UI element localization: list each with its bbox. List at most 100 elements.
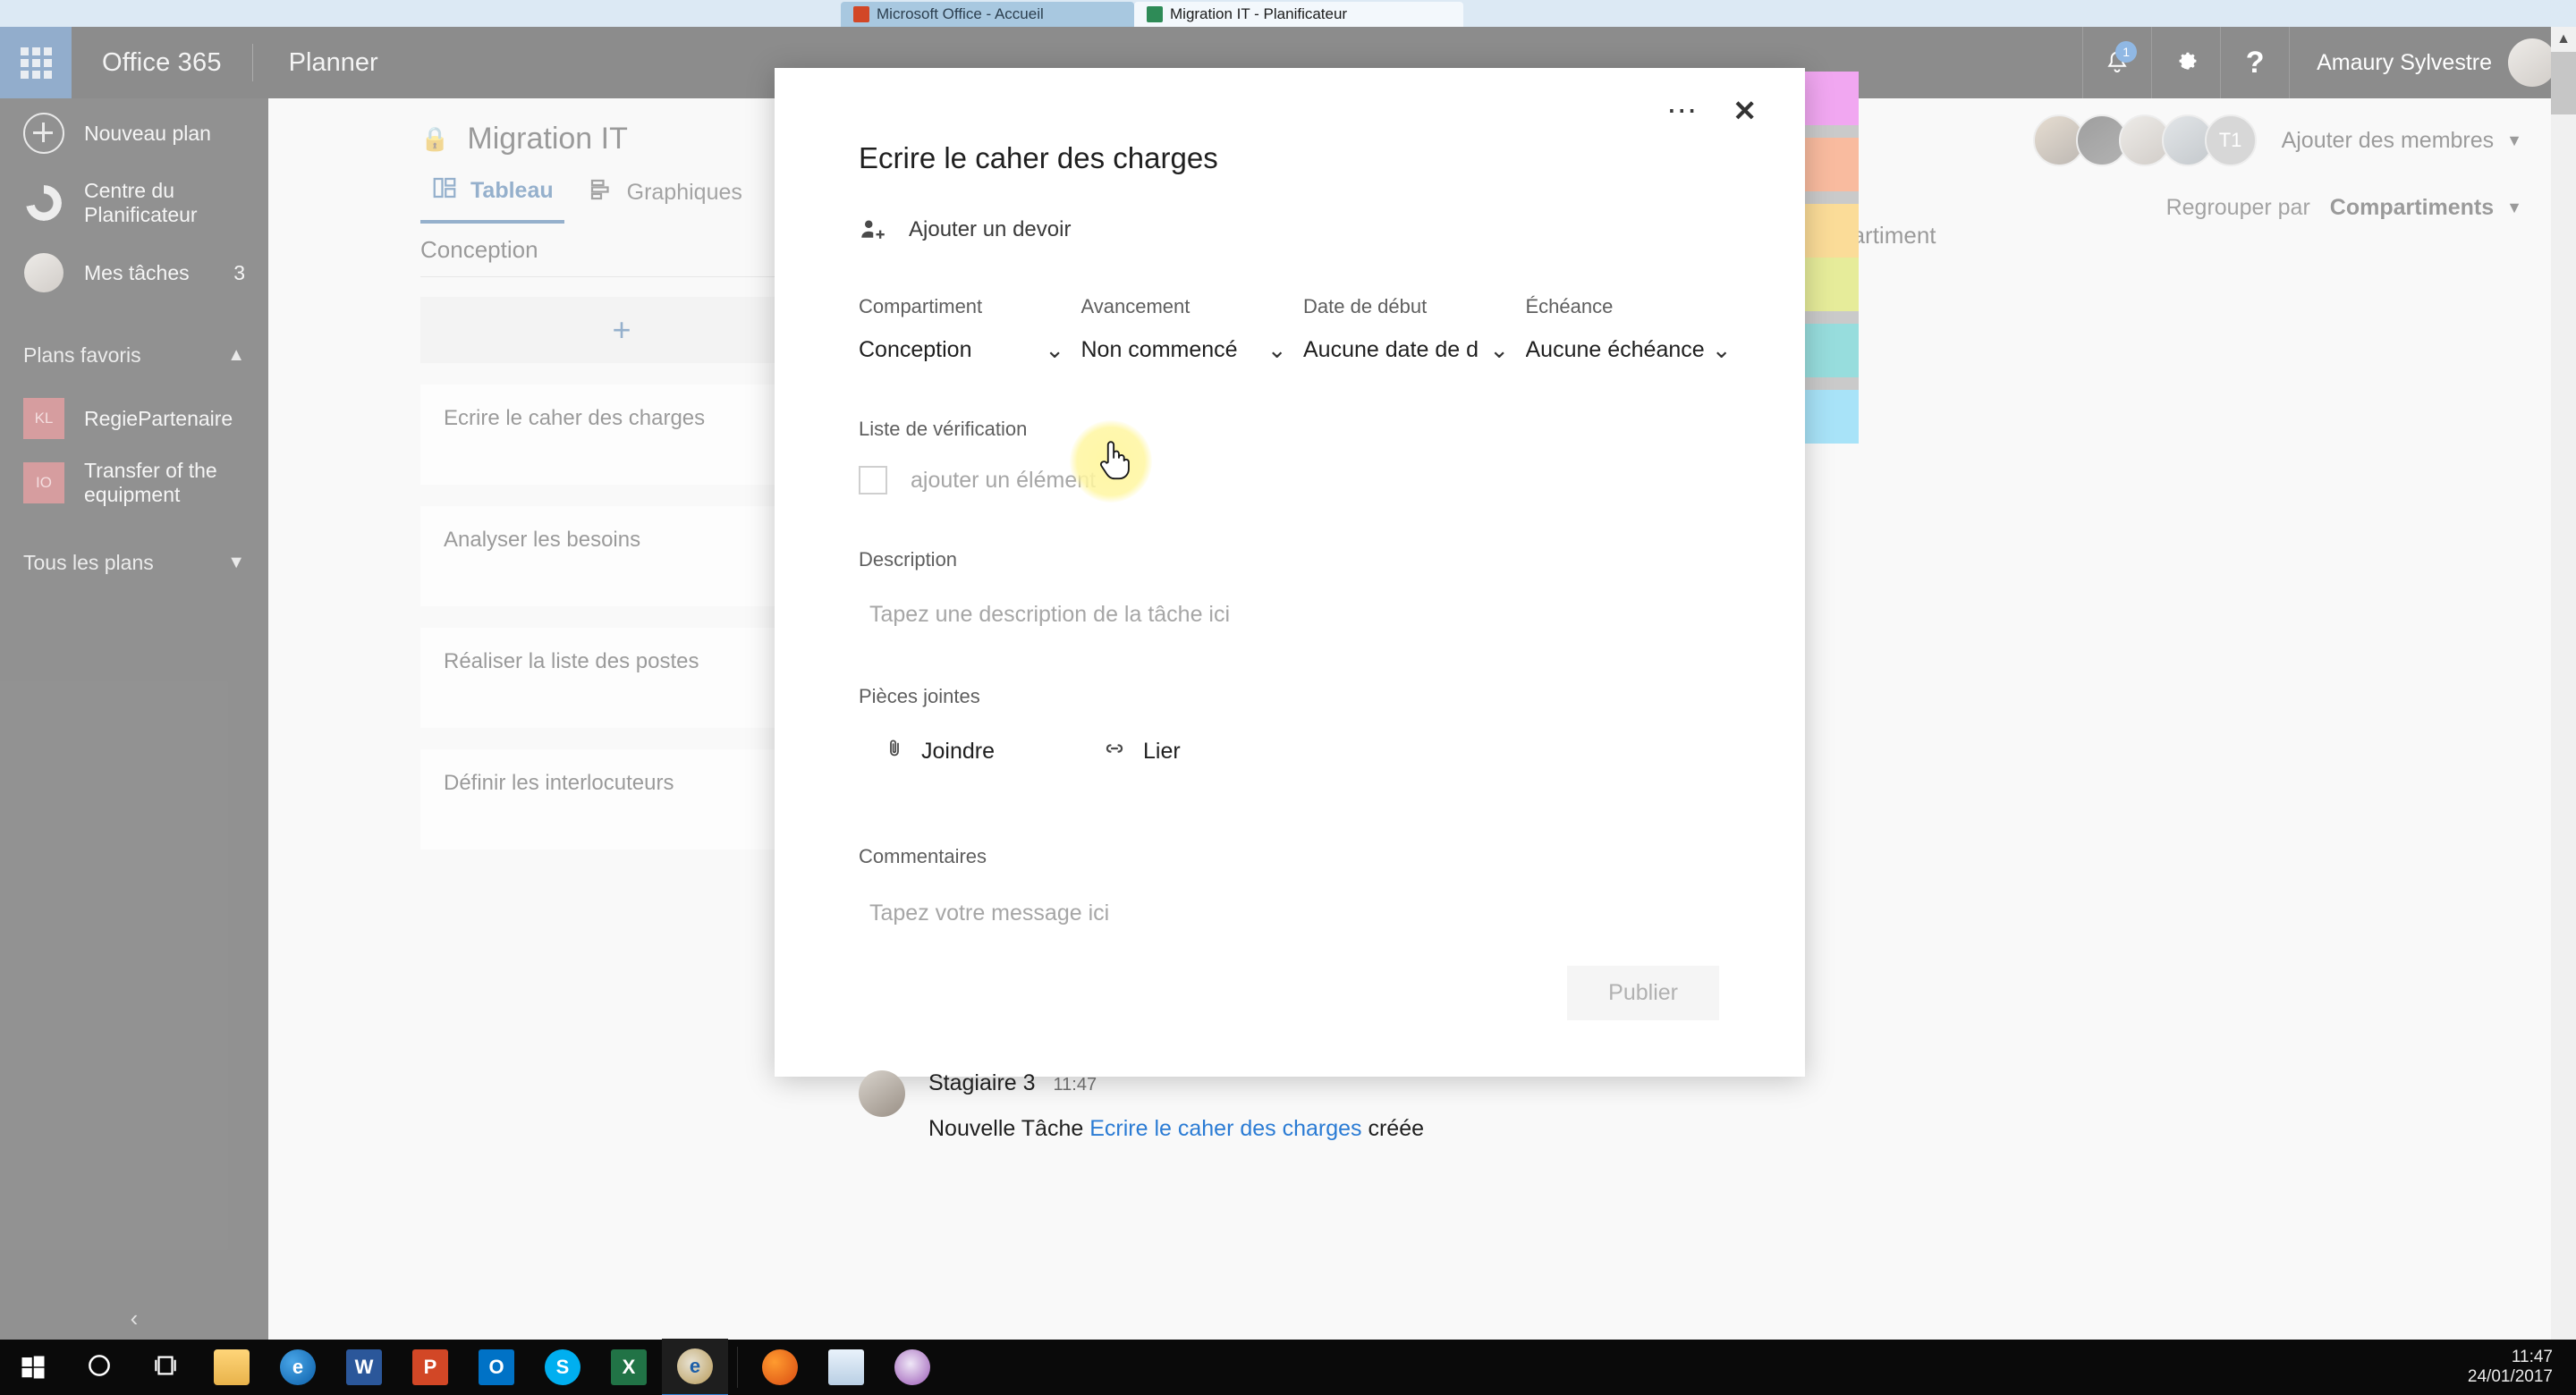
firefox-icon <box>762 1349 798 1385</box>
checkbox-icon[interactable] <box>859 466 887 495</box>
circle-icon <box>86 1352 113 1383</box>
chevron-down-icon: ⌄ <box>1711 336 1732 363</box>
activity-content: Stagiaire 3 11:47 Nouvelle Tâche Ecrire … <box>928 1070 1424 1142</box>
field-label: Compartiment <box>859 295 983 317</box>
description-input[interactable]: Tapez une description de la tâche ici <box>859 602 1748 628</box>
close-icon[interactable]: ✕ <box>1733 94 1757 128</box>
field-label: Avancement <box>1080 295 1191 317</box>
scroll-up-button[interactable]: ▲ <box>2551 27 2576 52</box>
note-icon <box>828 1349 864 1385</box>
chevron-down-icon: ⌄ <box>1489 336 1509 363</box>
chevron-down-icon: ⌄ <box>1267 336 1287 363</box>
avancement-select[interactable]: Non commencé ⌄ <box>1081 336 1287 364</box>
microsoft-outlook[interactable]: O <box>463 1340 530 1395</box>
powerpoint-icon: P <box>412 1349 448 1385</box>
checklist-add-row: ajouter un élément <box>859 466 1748 495</box>
task-fields-row: Compartiment Conception ⌄ Avancement Non… <box>859 295 1748 364</box>
start-date-select[interactable]: Aucune date de d ⌄ <box>1303 336 1509 364</box>
cortana-button[interactable] <box>66 1340 132 1395</box>
dialog-body: Ecrire le caher des charges Ajouter un d… <box>775 141 1805 1142</box>
field-label: Date de début <box>1303 295 1428 317</box>
add-link-button[interactable]: Lier <box>1102 738 1181 765</box>
field-value: Aucune échéance <box>1525 337 1705 362</box>
start-button[interactable] <box>0 1340 66 1395</box>
dialog-title: Ecrire le caher des charges <box>859 141 1218 174</box>
avatar <box>859 1070 905 1117</box>
microsoft-word[interactable]: W <box>331 1340 397 1395</box>
field-compartiment: Compartiment Conception ⌄ <box>859 295 1081 364</box>
activity-entry: Stagiaire 3 11:47 Nouvelle Tâche Ecrire … <box>859 1070 1748 1142</box>
activity-task-link[interactable]: Ecrire le caher des charges <box>1089 1116 1361 1141</box>
internet-explorer[interactable]: e <box>662 1338 728 1395</box>
paint-icon <box>894 1349 930 1385</box>
field-date-debut: Date de début Aucune date de d ⌄ <box>1303 295 1526 364</box>
publish-button[interactable]: Publier <box>1567 966 1719 1020</box>
attach-label: Joindre <box>921 739 995 764</box>
microsoft-excel[interactable]: X <box>596 1340 662 1395</box>
taskbar-clock[interactable]: 11:47 24/01/2017 <box>2468 1348 2576 1387</box>
description-label: Description <box>859 548 958 571</box>
field-label: Échéance <box>1525 295 1614 317</box>
sticky-notes[interactable] <box>813 1340 879 1395</box>
browser-tab-office[interactable]: Microsoft Office - Accueil <box>841 2 1134 27</box>
publish-row: Publier <box>859 966 1748 1020</box>
browser-tab-planner[interactable]: Migration IT - Planificateur <box>1134 2 1463 27</box>
ellipsis-icon[interactable]: ⋯ <box>1666 96 1697 126</box>
ie-icon: e <box>677 1348 713 1384</box>
scrollbar-thumb[interactable] <box>2551 52 2576 114</box>
microsoft-edge[interactable]: e <box>265 1340 331 1395</box>
attachment-actions: Joindre Lier <box>859 737 1748 766</box>
skype-icon: S <box>545 1349 580 1385</box>
field-value: Non commencé <box>1080 337 1238 362</box>
skype[interactable]: S <box>530 1340 596 1395</box>
add-person-icon <box>859 216 886 243</box>
taskbar-divider <box>737 1347 738 1388</box>
attachments-section: Pièces jointes Joindre Lier <box>859 685 1748 766</box>
description-section: Description Tapez une description de la … <box>859 548 1748 628</box>
attachments-label: Pièces jointes <box>859 685 980 707</box>
page-scrollbar[interactable]: ▲ ▼ <box>2551 27 2576 1368</box>
dialog-toolbar: ⋯ ✕ <box>775 68 1805 127</box>
file-explorer[interactable] <box>199 1340 265 1395</box>
planner-icon <box>1147 6 1163 22</box>
field-echeance: Échéance Aucune échéance ⌄ <box>1526 295 1749 364</box>
clock-time: 11:47 <box>2511 1348 2553 1367</box>
paint[interactable] <box>879 1340 945 1395</box>
browser-tab-title: Migration IT - Planificateur <box>1170 5 1348 22</box>
outlook-icon: O <box>479 1349 514 1385</box>
task-detail-dialog: ⋯ ✕ Ecrire le caher des charges Ajouter … <box>775 68 1805 1141</box>
microsoft-powerpoint[interactable]: P <box>397 1340 463 1395</box>
link-icon <box>1102 738 1127 765</box>
chevron-down-icon: ⌄ <box>1045 336 1064 363</box>
windows-taskbar: e W P O S X e 11:47 24/01/2017 <box>0 1338 2576 1395</box>
checklist-label: Liste de vérification <box>859 418 1028 440</box>
paperclip-icon <box>884 737 905 766</box>
assign-button[interactable]: Ajouter un devoir <box>859 216 1748 243</box>
excel-icon: X <box>611 1349 647 1385</box>
attach-file-button[interactable]: Joindre <box>884 737 995 766</box>
clock-date: 24/01/2017 <box>2467 1367 2553 1386</box>
browser-tab-strip: Microsoft Office - Accueil Migration IT … <box>0 0 2576 27</box>
task-view-button[interactable] <box>132 1340 199 1395</box>
app-root: Microsoft Office - Accueil Migration IT … <box>0 0 2576 1395</box>
powerpoint-icon <box>853 6 869 22</box>
compartiment-select[interactable]: Conception ⌄ <box>859 336 1064 364</box>
browser-tab-title: Microsoft Office - Accueil <box>877 5 1044 22</box>
checklist-input[interactable]: ajouter un élément <box>911 468 1096 494</box>
comment-input[interactable]: Tapez votre message ici <box>859 900 1748 926</box>
activity-text-before: Nouvelle Tâche <box>928 1116 1084 1141</box>
task-view-icon <box>152 1352 179 1383</box>
field-avancement: Avancement Non commencé ⌄ <box>1081 295 1304 364</box>
activity-time: 11:47 <box>1053 1075 1097 1095</box>
mozilla-firefox[interactable] <box>747 1340 813 1395</box>
activity-text: Nouvelle Tâche Ecrire le caher des charg… <box>928 1116 1424 1142</box>
windows-icon <box>15 1349 51 1385</box>
folder-icon <box>214 1349 250 1385</box>
activity-author: Stagiaire 3 <box>928 1070 1036 1095</box>
link-label: Lier <box>1143 739 1181 764</box>
assign-label: Ajouter un devoir <box>909 217 1072 241</box>
edge-icon: e <box>280 1349 316 1385</box>
due-date-select[interactable]: Aucune échéance ⌄ <box>1526 336 1732 364</box>
comments-label: Commentaires <box>859 845 987 867</box>
field-value: Aucune date de d <box>1303 337 1479 362</box>
